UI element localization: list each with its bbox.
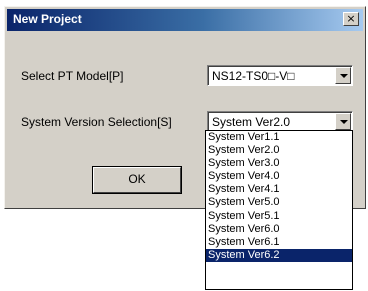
system-version-value: System Ver2.0 <box>212 115 291 129</box>
pt-model-label: Select PT Model[P] <box>21 69 124 83</box>
pt-model-value: NS12-TS0□-V□ <box>212 69 295 83</box>
system-version-select[interactable]: System Ver2.0 <box>207 111 353 132</box>
title-bar[interactable]: New Project × <box>7 9 363 31</box>
list-item[interactable]: System Ver2.0 <box>206 144 352 157</box>
pt-model-select[interactable]: NS12-TS0□-V□ <box>207 65 353 86</box>
list-item-selected[interactable]: System Ver6.2 <box>206 248 352 262</box>
close-button[interactable]: × <box>343 12 359 26</box>
list-item[interactable]: System Ver5.0 <box>206 196 352 209</box>
system-version-label: System Version Selection[S] <box>21 115 172 129</box>
system-version-dropdown-list[interactable]: System Ver1.1 System Ver2.0 System Ver3.… <box>205 130 353 290</box>
close-icon: × <box>346 12 356 25</box>
list-item[interactable]: System Ver4.0 <box>206 170 352 183</box>
list-item[interactable]: System Ver6.1 <box>206 236 352 249</box>
ok-button[interactable]: OK <box>92 166 182 194</box>
list-item[interactable]: System Ver3.0 <box>206 157 352 170</box>
chevron-down-icon <box>340 74 348 78</box>
pt-model-dropdown-button[interactable] <box>335 67 351 84</box>
list-item[interactable]: System Ver4.1 <box>206 183 352 196</box>
list-item[interactable]: System Ver6.0 <box>206 223 352 236</box>
list-item[interactable]: System Ver5.1 <box>206 210 352 223</box>
dialog-title: New Project <box>13 12 82 26</box>
list-item[interactable]: System Ver1.1 <box>206 131 352 144</box>
system-version-dropdown-button[interactable] <box>335 113 351 130</box>
chevron-down-icon <box>340 120 348 124</box>
